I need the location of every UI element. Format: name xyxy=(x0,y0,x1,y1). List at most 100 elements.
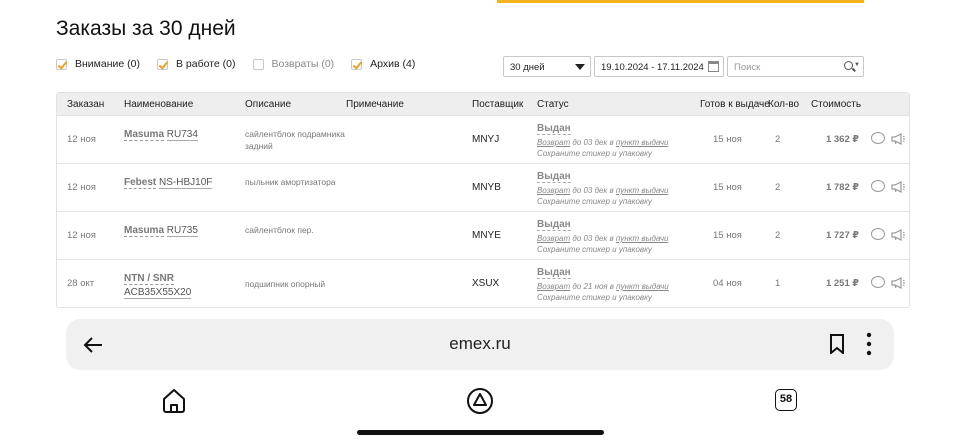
supplier-code: MNYJ xyxy=(472,134,500,145)
order-date: 12 ноя xyxy=(67,230,96,241)
filter-in-work[interactable]: В работе (0) xyxy=(156,58,236,70)
filter-returns-checkbox[interactable] xyxy=(252,58,264,70)
period-select[interactable]: 30 дней xyxy=(503,56,591,77)
price: 1 727 ₽ xyxy=(825,230,859,241)
pickup-point-link[interactable]: пункт выдачи xyxy=(616,138,669,147)
brand-link[interactable]: Febest xyxy=(124,177,157,189)
brand-link[interactable]: Masuma xyxy=(124,225,165,237)
supplier-code: MNYB xyxy=(472,182,501,193)
table-row[interactable]: 28 окт NTN / SNR ACB35X55X20 подшипник о… xyxy=(57,259,909,307)
col-supplier: Поставщик xyxy=(472,99,524,110)
pickup-point-link[interactable]: пункт выдачи xyxy=(616,186,669,195)
search-input[interactable]: Поиск ▼ xyxy=(727,56,864,77)
top-accent-bar xyxy=(497,0,864,3)
quantity: 1 xyxy=(775,278,781,289)
product-name: Masuma RU734 xyxy=(124,128,234,142)
status-note: Сохраните стикер и упаковку xyxy=(537,245,652,254)
search-icon[interactable] xyxy=(844,61,853,70)
period-value: 30 дней xyxy=(510,62,545,73)
filter-returns[interactable]: Возвраты (0) xyxy=(252,58,334,70)
pickup-point-link[interactable]: пункт выдачи xyxy=(616,282,669,291)
product-description: сайлентблок пер. xyxy=(245,225,314,235)
order-date: 28 окт xyxy=(67,278,95,289)
return-link[interactable]: Возврат xyxy=(537,234,570,243)
order-status: Выдан Возврат до 21 ноя в пункт выдачи С… xyxy=(537,267,669,303)
ready-date: 15 ноя xyxy=(713,230,742,241)
filter-archive[interactable]: Архив (4) xyxy=(351,58,415,70)
return-link[interactable]: Возврат xyxy=(537,138,570,147)
status-badge[interactable]: Выдан xyxy=(537,171,571,183)
date-range-value: 19.10.2024 - 17.11.2024 xyxy=(601,62,704,73)
order-status: Выдан Возврат до 03 дек в пункт выдачи С… xyxy=(537,219,668,255)
table-row[interactable]: 12 ноя Masuma RU734 сайлентблок подрамни… xyxy=(57,115,909,163)
col-price: Стоимость xyxy=(811,99,862,110)
status-badge[interactable]: Выдан xyxy=(537,267,571,279)
ready-date: 15 ноя xyxy=(713,134,742,145)
filter-archive-checkbox[interactable] xyxy=(351,58,363,70)
status-note: Сохраните стикер и упаковку xyxy=(537,149,652,158)
home-icon[interactable] xyxy=(159,386,189,416)
col-ready: Готов к выдаче xyxy=(700,99,770,110)
price: 1 251 ₽ xyxy=(825,278,859,289)
search-placeholder: Поиск xyxy=(734,62,761,73)
ready-date: 15 ноя xyxy=(713,182,742,193)
ready-date: 04 ноя xyxy=(713,278,742,289)
message-icon[interactable] xyxy=(871,180,885,192)
table-row[interactable]: 12 ноя Masuma RU735 сайлентблок пер. MNY… xyxy=(57,211,909,259)
megaphone-icon[interactable] xyxy=(891,181,905,193)
kebab-menu-icon[interactable] xyxy=(866,332,872,356)
return-link[interactable]: Возврат xyxy=(537,186,570,195)
filter-in-work-checkbox[interactable] xyxy=(156,58,168,70)
product-name: NTN / SNR ACB35X55X20 xyxy=(124,272,234,300)
quantity: 2 xyxy=(775,230,781,241)
return-deadline: до 03 дек в xyxy=(570,234,616,243)
part-code-link[interactable]: RU735 xyxy=(166,225,198,237)
megaphone-icon[interactable] xyxy=(891,277,905,289)
status-note: Сохраните стикер и упаковку xyxy=(537,197,652,206)
date-range-field[interactable]: 19.10.2024 - 17.11.2024 xyxy=(594,56,724,77)
price: 1 782 ₽ xyxy=(825,182,859,193)
message-icon[interactable] xyxy=(871,132,885,144)
assistant-icon[interactable] xyxy=(465,386,495,416)
search-options-caret-icon[interactable]: ▼ xyxy=(854,62,860,68)
quantity: 2 xyxy=(775,134,781,145)
return-deadline: до 21 ноя в xyxy=(570,282,617,291)
quantity: 2 xyxy=(775,182,781,193)
status-badge[interactable]: Выдан xyxy=(537,123,571,135)
table-row[interactable]: 12 ноя Febest NS-HBJ10F пыльник амортиза… xyxy=(57,163,909,211)
order-date: 12 ноя xyxy=(67,134,96,145)
pickup-point-link[interactable]: пункт выдачи xyxy=(616,234,669,243)
message-icon[interactable] xyxy=(871,276,885,288)
tabs-icon[interactable]: 58 xyxy=(775,389,797,411)
part-code-link[interactable]: ACB35X55X20 xyxy=(124,287,192,299)
filter-attention[interactable]: Внимание (0) xyxy=(56,58,140,70)
home-indicator[interactable] xyxy=(357,430,604,435)
part-code-link[interactable]: NS-HBJ10F xyxy=(159,177,213,189)
filter-archive-label: Архив (4) xyxy=(370,58,416,70)
brand-link[interactable]: NTN / SNR xyxy=(124,273,174,285)
product-name: Febest NS-HBJ10F xyxy=(124,176,234,190)
product-description: пыльник амортизатора xyxy=(245,177,336,187)
return-deadline: до 03 дек в xyxy=(570,138,616,147)
return-link[interactable]: Возврат xyxy=(537,282,570,291)
brand-link[interactable]: Masuma xyxy=(124,129,165,141)
col-name: Наименование xyxy=(124,99,194,110)
order-status: Выдан Возврат до 03 дек в пункт выдачи С… xyxy=(537,123,668,159)
order-status: Выдан Возврат до 03 дек в пункт выдачи С… xyxy=(537,171,668,207)
url-field[interactable]: emex.ru xyxy=(66,334,894,354)
megaphone-icon[interactable] xyxy=(891,133,905,145)
part-code-link[interactable]: RU734 xyxy=(166,129,198,141)
order-date: 12 ноя xyxy=(67,182,96,193)
filter-in-work-label: В работе (0) xyxy=(175,58,236,70)
filter-attention-label: Внимание (0) xyxy=(75,58,140,70)
bookmark-icon[interactable] xyxy=(829,334,845,354)
product-name: Masuma RU735 xyxy=(124,224,234,238)
filter-attention-checkbox[interactable] xyxy=(56,58,67,70)
browser-address-bar: emex.ru xyxy=(66,319,894,370)
calendar-icon[interactable] xyxy=(708,61,719,72)
status-badge[interactable]: Выдан xyxy=(537,219,571,231)
message-icon[interactable] xyxy=(871,228,885,240)
col-status: Статус xyxy=(537,99,569,110)
col-description: Описание xyxy=(245,99,292,110)
megaphone-icon[interactable] xyxy=(891,229,905,241)
